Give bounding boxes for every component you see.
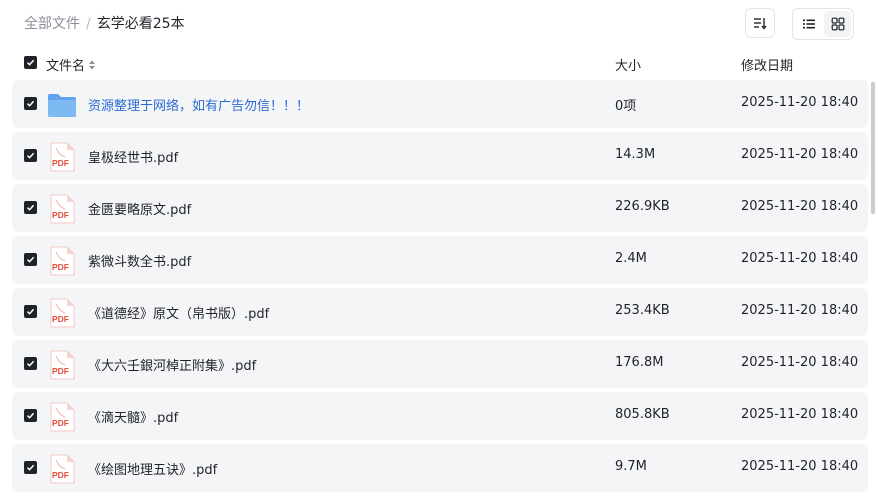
pdf-icon: PDF [50, 402, 75, 432]
file-type-icon: PDF [47, 350, 77, 380]
pdf-badge-text: PDF [52, 210, 69, 220]
file-name[interactable]: 紫微斗数全书.pdf [88, 251, 191, 270]
list-view-button[interactable] [795, 11, 822, 37]
pdf-icon: PDF [50, 298, 75, 328]
row-checkbox[interactable] [24, 409, 37, 422]
file-row[interactable]: PDF 金匮要略原文.pdf 226.9KB 2025-11-20 18:40 [12, 184, 868, 232]
grid-view-button[interactable] [824, 11, 851, 37]
pdf-badge-text: PDF [52, 158, 69, 168]
row-checkbox[interactable] [24, 461, 37, 474]
column-header-name-label: 文件名 [46, 59, 86, 74]
file-type-icon: PDF [47, 142, 77, 172]
pdf-badge-text: PDF [52, 366, 69, 376]
file-row[interactable]: PDF 皇极经世书.pdf 14.3M 2025-11-20 18:40 [12, 132, 868, 180]
file-modified-date: 2025-11-20 18:40 [741, 407, 859, 422]
file-name[interactable]: 金匮要略原文.pdf [88, 199, 191, 218]
row-checkbox[interactable] [24, 201, 37, 214]
column-header-name[interactable]: 文件名 [46, 55, 96, 74]
file-size: 14.3M [615, 147, 656, 162]
file-type-icon: PDF [47, 194, 77, 224]
file-row[interactable]: PDF 《大六壬銀河棹正附集》.pdf 176.8M 2025-11-20 18… [12, 340, 868, 388]
row-checkbox[interactable] [24, 253, 37, 266]
file-name[interactable]: 《滴天髓》.pdf [88, 407, 178, 426]
file-modified-date: 2025-11-20 18:40 [741, 199, 859, 214]
check-icon [26, 100, 35, 107]
pdf-badge-text: PDF [52, 314, 69, 324]
sort-arrows-icon [89, 60, 96, 69]
check-icon [26, 152, 35, 159]
check-icon [26, 360, 35, 367]
file-name[interactable]: 《大六壬銀河棹正附集》.pdf [88, 355, 256, 374]
file-type-icon: PDF [47, 402, 77, 432]
file-modified-date: 2025-11-20 18:40 [741, 303, 859, 318]
list-icon [802, 19, 815, 29]
file-size: 226.9KB [615, 199, 670, 214]
table-header: 文件名 大小 修改日期 [0, 50, 878, 78]
pdf-icon: PDF [50, 350, 75, 380]
check-icon [26, 464, 35, 471]
check-icon [26, 59, 35, 66]
row-checkbox[interactable] [24, 149, 37, 162]
file-row[interactable]: PDF 紫微斗数全书.pdf 2.4M 2025-11-20 18:40 [12, 236, 868, 284]
file-type-icon [47, 90, 77, 120]
scrollbar[interactable] [871, 82, 875, 214]
row-checkbox[interactable] [24, 357, 37, 370]
select-all-checkbox[interactable] [24, 56, 37, 69]
file-name[interactable]: 资源整理于网络，如有广告勿信！！！ [88, 95, 309, 114]
file-type-icon: PDF [47, 454, 77, 484]
file-row[interactable]: PDF 《绘图地理五诀》.pdf 9.7M 2025-11-20 18:40 [12, 444, 868, 492]
column-header-size[interactable]: 大小 [615, 55, 641, 74]
sort-button[interactable] [745, 8, 775, 38]
file-size: 0项 [615, 99, 637, 114]
check-icon [26, 204, 35, 211]
file-size: 9.7M [615, 459, 647, 474]
pdf-icon: PDF [50, 194, 75, 224]
file-size: 2.4M [615, 251, 647, 266]
breadcrumb-current: 玄学必看25本 [96, 16, 185, 32]
top-bar: 全部文件 / 玄学必看25本 [0, 0, 878, 48]
file-row[interactable]: PDF 《道德经》原文（帛书版）.pdf 253.4KB 2025-11-20 … [12, 288, 868, 336]
view-toggle [792, 8, 854, 40]
file-name[interactable]: 《道德经》原文（帛书版）.pdf [88, 303, 269, 322]
pdf-icon: PDF [50, 142, 75, 172]
column-header-date[interactable]: 修改日期 [741, 55, 793, 74]
sort-icon [754, 18, 767, 30]
file-modified-date: 2025-11-20 18:40 [741, 355, 859, 370]
file-row[interactable]: 资源整理于网络，如有广告勿信！！！ 0项 2025-11-20 18:40 [12, 80, 868, 128]
file-name[interactable]: 《绘图地理五诀》.pdf [88, 459, 217, 478]
breadcrumb: 全部文件 / 玄学必看25本 [24, 14, 185, 34]
file-size: 805.8KB [615, 407, 670, 422]
file-size: 253.4KB [615, 303, 670, 318]
file-modified-date: 2025-11-20 18:40 [741, 251, 859, 266]
file-name[interactable]: 皇极经世书.pdf [88, 147, 178, 166]
file-modified-date: 2025-11-20 18:40 [741, 95, 859, 110]
pdf-icon: PDF [50, 454, 75, 484]
file-size: 176.8M [615, 355, 664, 370]
pdf-badge-text: PDF [52, 470, 69, 480]
check-icon [26, 412, 35, 419]
row-checkbox[interactable] [24, 97, 37, 110]
file-modified-date: 2025-11-20 18:40 [741, 147, 859, 162]
file-list: 资源整理于网络，如有广告勿信！！！ 0项 2025-11-20 18:40 PD… [12, 80, 868, 496]
row-checkbox[interactable] [24, 305, 37, 318]
check-icon [26, 256, 35, 263]
pdf-badge-text: PDF [52, 418, 69, 428]
pdf-badge-text: PDF [52, 262, 69, 272]
grid-icon [831, 17, 844, 31]
file-type-icon: PDF [47, 298, 77, 328]
check-icon [26, 308, 35, 315]
breadcrumb-root-link[interactable]: 全部文件 [24, 16, 80, 32]
breadcrumb-separator: / [86, 16, 91, 32]
file-row[interactable]: PDF 《滴天髓》.pdf 805.8KB 2025-11-20 18:40 [12, 392, 868, 440]
file-type-icon: PDF [47, 246, 77, 276]
file-modified-date: 2025-11-20 18:40 [741, 459, 859, 474]
folder-icon [48, 94, 76, 117]
pdf-icon: PDF [50, 246, 75, 276]
